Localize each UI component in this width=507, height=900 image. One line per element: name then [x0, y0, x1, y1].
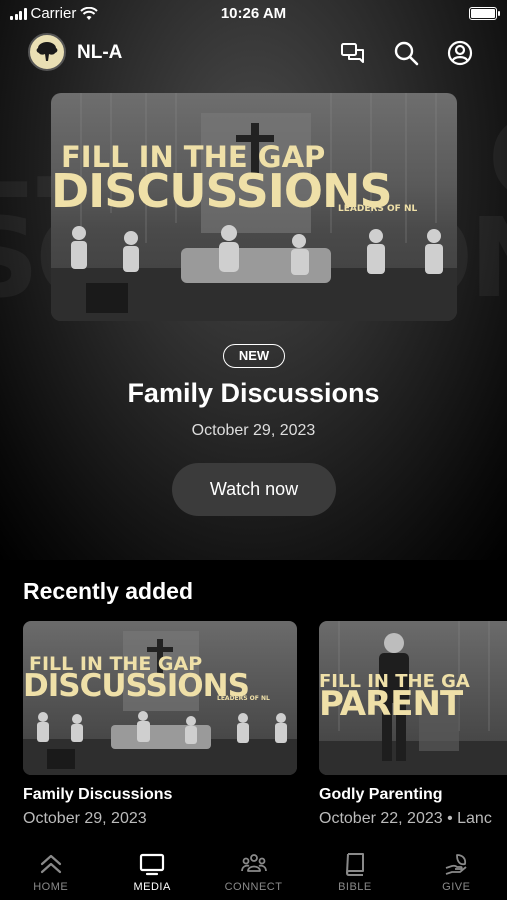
media-card-thumbnail[interactable]: FILL IN THE GA PARENT — [319, 621, 507, 775]
card-art-line2: PARENT — [319, 684, 463, 724]
media-card-title: Family Discussions — [23, 786, 173, 803]
card-art-line3: LEADERS OF NL — [217, 695, 270, 702]
battery-icon — [469, 7, 500, 20]
tab-media[interactable]: MEDIA — [101, 845, 202, 900]
card-art-line2: DISCUSSIONS — [23, 668, 250, 704]
church-logo-icon[interactable] — [28, 33, 66, 71]
people-icon — [240, 854, 267, 872]
hero-thumbnail[interactable]: FILL IN THE GAP DISCUSSIONS LEADERS OF N… — [51, 93, 457, 321]
tab-give[interactable]: GIVE — [406, 845, 507, 900]
tab-bible-label: BIBLE — [338, 881, 372, 893]
media-card-thumbnail[interactable]: FILL IN THE GAP DISCUSSIONS LEADERS OF N… — [23, 621, 297, 775]
new-badge: NEW — [223, 344, 285, 368]
media-card-date: October 22, 2023 • Lanc — [319, 810, 492, 827]
book-icon — [345, 853, 364, 876]
bottom-tab-bar: HOME MEDIA CONNECT BIBLE GIVE — [0, 845, 507, 900]
tab-give-label: GIVE — [442, 881, 471, 893]
tab-home[interactable]: HOME — [0, 845, 101, 900]
media-card[interactable]: FILL IN THE GAP DISCUSSIONS LEADERS OF N… — [23, 621, 297, 828]
tab-connect[interactable]: CONNECT — [203, 845, 304, 900]
hero-date: October 29, 2023 — [191, 422, 316, 439]
tv-icon — [140, 853, 165, 876]
hero-art-line3: LEADERS OF NL — [338, 204, 418, 214]
status-time: 10:26 AM — [220, 5, 287, 22]
tab-bible[interactable]: BIBLE — [304, 845, 405, 900]
chat-icon[interactable] — [339, 39, 367, 67]
search-icon[interactable] — [392, 39, 420, 67]
leaf-hand-icon — [446, 854, 467, 875]
media-card-date: October 29, 2023 — [23, 810, 147, 827]
recently-added-heading: Recently added — [23, 578, 193, 604]
app-brand: NL-A — [77, 42, 123, 63]
profile-icon[interactable] — [446, 39, 474, 67]
tab-connect-label: CONNECT — [224, 881, 283, 893]
app-header: NL-A — [0, 33, 507, 73]
status-bar: Carrier 10:26 AM — [0, 0, 507, 30]
home-chevrons-icon — [40, 854, 61, 874]
tab-home-label: HOME — [33, 881, 69, 893]
hero-title[interactable]: Family Discussions — [0, 378, 507, 409]
watch-now-button[interactable]: Watch now — [172, 463, 336, 516]
media-card[interactable]: FILL IN THE GA PARENT Godly Parenting Oc… — [319, 621, 507, 828]
tab-media-label: MEDIA — [133, 881, 171, 893]
media-card-title: Godly Parenting — [319, 786, 443, 803]
